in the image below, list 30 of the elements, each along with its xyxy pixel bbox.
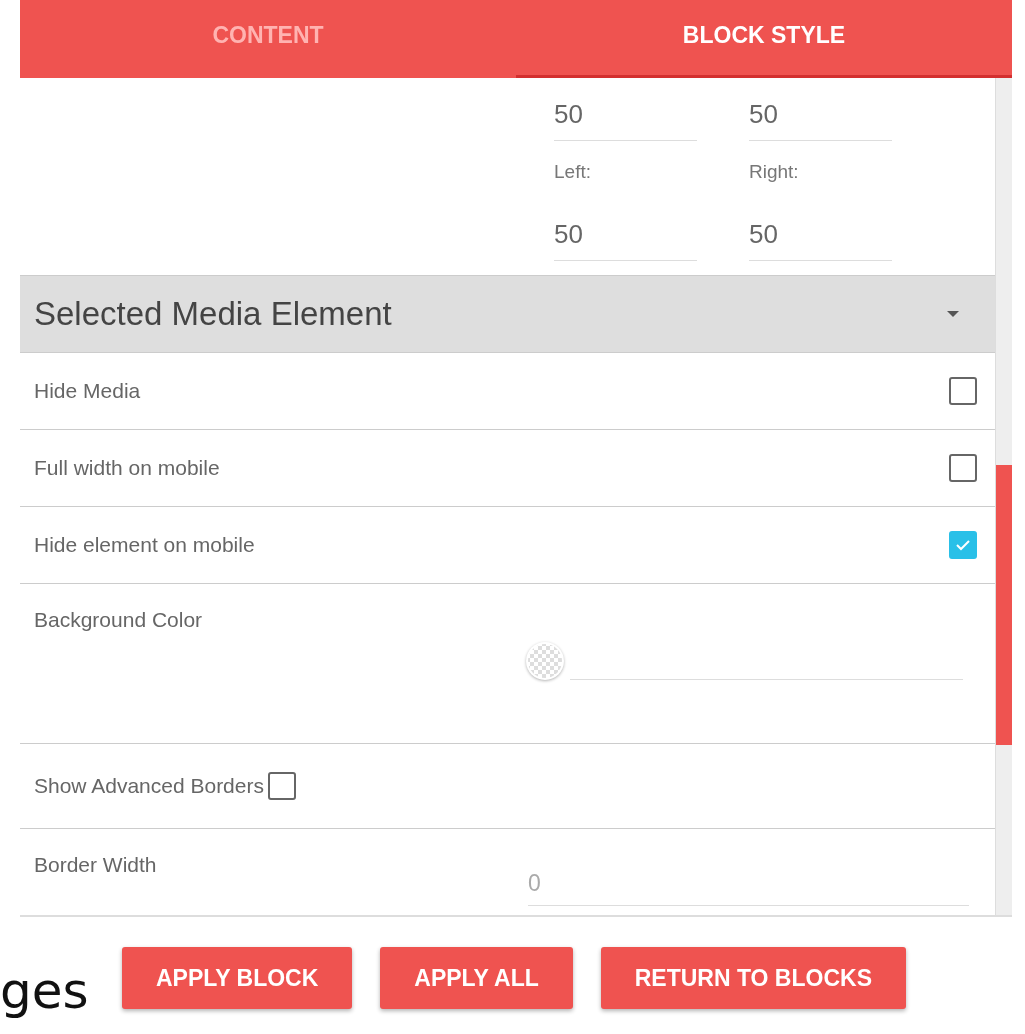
color-swatch[interactable]	[526, 642, 564, 680]
checkbox[interactable]	[949, 531, 977, 559]
input-field[interactable]: 50	[554, 208, 697, 262]
checkbox[interactable]	[949, 377, 977, 405]
input-field[interactable]: 50	[554, 88, 697, 141]
checkmark-icon	[955, 539, 971, 551]
tab[interactable]: BLOCK STYLE	[516, 0, 1012, 78]
scrollbar-thumb[interactable]	[996, 465, 1012, 745]
field-label: Right:	[749, 159, 800, 184]
tab[interactable]: CONTENT	[20, 0, 516, 78]
caret-icon	[947, 311, 959, 317]
field-label: Left:	[554, 159, 592, 184]
field-label: Hide element on mobile	[34, 533, 255, 557]
scrollbar[interactable]	[995, 78, 1012, 915]
field-label: Hide Media	[34, 379, 141, 403]
button[interactable]: APPLY ALL	[380, 947, 573, 1009]
button[interactable]: RETURN TO BLOCKS	[600, 947, 906, 1009]
field-label: Background Color	[34, 608, 203, 632]
input-field[interactable]: 0	[528, 861, 969, 906]
input-field[interactable]: 50	[749, 208, 892, 262]
field-label: Show Advanced Borders	[34, 774, 264, 798]
section-title: Selected Media Element	[34, 295, 392, 333]
checkbox[interactable]	[949, 454, 977, 482]
field-label: Full width on mobile	[34, 456, 220, 480]
input-field[interactable]: 50	[749, 88, 892, 141]
field-label: Border Width	[34, 853, 157, 877]
background-text: ges	[0, 966, 89, 1016]
button[interactable]: APPLY BLOCK	[122, 947, 353, 1009]
section-header[interactable]: Selected Media Element	[20, 275, 995, 353]
checkbox[interactable]	[268, 772, 296, 800]
